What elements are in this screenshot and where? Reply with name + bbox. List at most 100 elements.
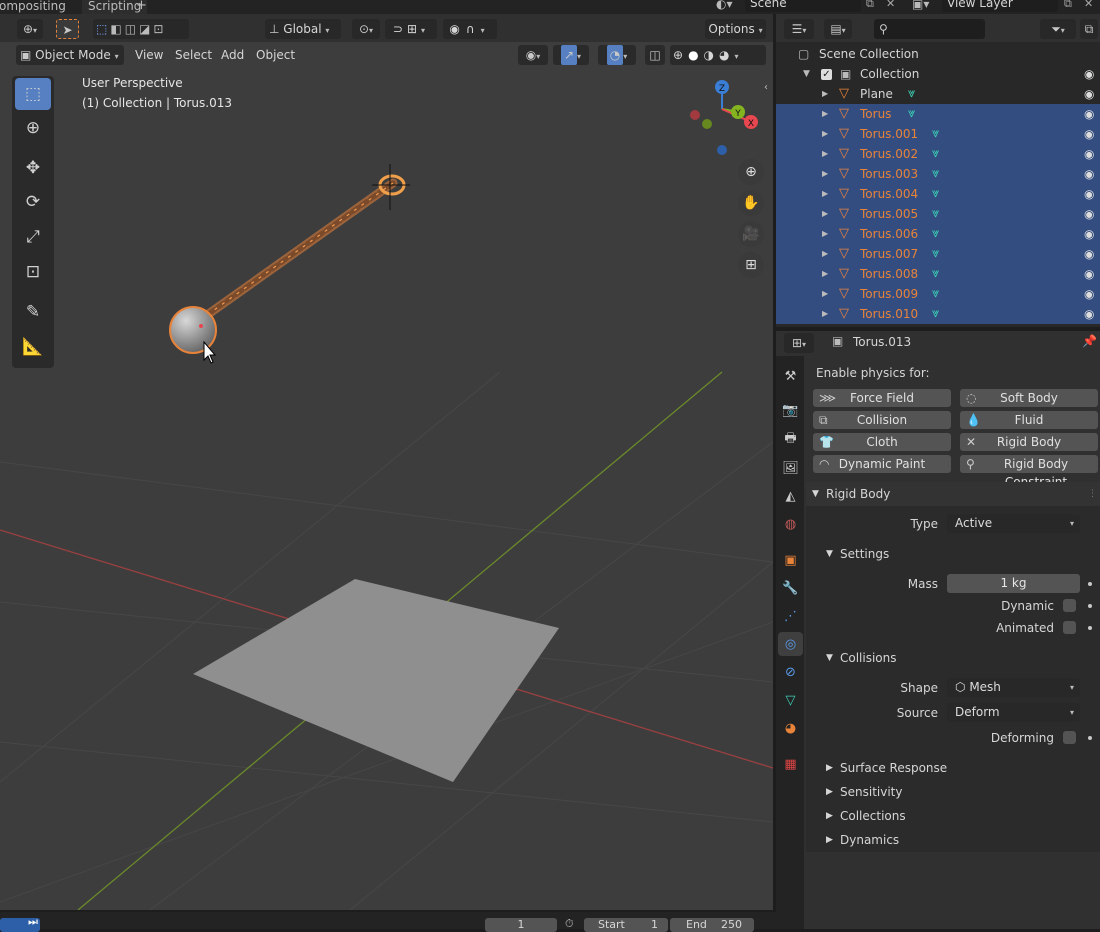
select-subtract-icon[interactable]: ◫ [125,22,139,36]
outliner-search-input[interactable]: ⚲ [874,19,985,39]
workspace-tab-compositing[interactable]: ompositing [0,0,72,14]
current-frame-field[interactable]: 1 [485,918,557,932]
view-layer-selector[interactable]: View Layer [942,0,1058,12]
proportional-edit-icon[interactable]: ◉ [449,22,465,36]
viewport-scene[interactable]: Z Y X [0,42,773,910]
new-view-layer-icon[interactable]: ⧉ [1064,0,1072,11]
overlay-dropdown[interactable]: ◔ ▾ [598,45,636,65]
soft-body-button[interactable]: ◌ Soft Body [960,389,1098,407]
scene-selector[interactable]: Scene [745,0,861,12]
expand-arrow-icon[interactable]: ▶ [822,84,828,104]
view-layer-icon[interactable]: ▣▾ [912,0,929,11]
tab-object[interactable]: ▣ [778,548,803,572]
tab-modifiers[interactable]: 🔧 [778,576,803,600]
outliner-object-row[interactable]: ▶ ▽ Plane ⩔ ◉ [776,84,1100,104]
keyframe-dot-icon[interactable] [1088,626,1092,630]
move-tool[interactable]: ✥ [15,152,51,184]
eye-icon[interactable]: ◉ [1084,64,1094,84]
visibility-dropdown[interactable]: ◉▾ [518,45,548,65]
outliner-object-row[interactable]: ▶ ▽ Torus.010 ⩔ ◉ [776,304,1100,324]
scene-collection-row[interactable]: ▢ Scene Collection [776,44,1100,64]
properties-editor-type[interactable]: ⊞▾ [784,333,814,353]
eye-icon[interactable]: ◉ [1084,304,1094,324]
select-invert-icon[interactable]: ◪ [139,22,153,36]
collapse-arrow-icon[interactable]: ▼ [803,64,810,84]
mesh-data-icon[interactable]: ⩔ [932,224,939,244]
select-box-tool[interactable]: ⬚ [15,78,51,110]
expand-arrow-icon[interactable]: ▶ [822,304,828,324]
outliner-object-row[interactable]: ▶ ▽ Torus ⩔ ◉ [776,104,1100,124]
solid-shading-icon[interactable]: ● [688,48,703,62]
tab-particles[interactable]: ⋰ [778,604,803,628]
expand-arrow-icon[interactable]: ▶ [822,284,828,304]
tab-material[interactable]: ◕ [778,716,803,740]
outliner-object-row[interactable]: ▶ ▽ Torus.004 ⩔ ◉ [776,184,1100,204]
eye-icon[interactable]: ◉ [1084,224,1094,244]
rendered-shading-icon[interactable]: ◕ [719,48,734,62]
tab-data[interactable]: ▽ [778,688,803,712]
filter-dropdown[interactable]: ⏷▾ [1040,19,1076,39]
eye-icon[interactable]: ◉ [1084,104,1094,124]
outliner-object-row[interactable]: ▶ ▽ Torus.009 ⩔ ◉ [776,284,1100,304]
rotate-tool[interactable]: ⟳ [15,186,51,218]
scale-tool[interactable]: ⤢ [15,221,51,253]
collection-row[interactable]: ▼ ✓ ▣ Collection ◉ [776,64,1100,84]
mesh-data-icon[interactable]: ⩔ [908,84,915,104]
tab-world[interactable]: ◍ [778,512,803,536]
snap-toggle-icon[interactable]: ⊃ [393,22,407,36]
gizmo-neg-y[interactable] [702,119,712,129]
outliner-object-row[interactable]: ▶ ▽ Torus.001 ⩔ ◉ [776,124,1100,144]
transform-orientation-dropdown[interactable]: ⊥ Global ▾ [265,19,341,39]
eye-icon[interactable]: ◉ [1084,264,1094,284]
tab-output[interactable]: 🖶 [778,428,803,452]
outliner-object-row[interactable]: ▶ ▽ Torus.003 ⩔ ◉ [776,164,1100,184]
outliner-object-row[interactable]: ▶ ▽ Torus.005 ⩔ ◉ [776,204,1100,224]
mesh-data-icon[interactable]: ⩔ [932,184,939,204]
keyframe-dot-icon[interactable] [1088,736,1092,740]
mesh-data-icon[interactable]: ⩔ [932,304,939,324]
gizmo-neg-x[interactable] [690,110,700,120]
editor-type-button[interactable]: ⊕▾ [17,19,43,39]
rigid-body-constraint-button[interactable]: ⚲Rigid Body Constraint [960,455,1098,489]
dynamics-panel[interactable]: ▶ Dynamics [806,828,1100,852]
eye-icon[interactable]: ◉ [1084,284,1094,304]
deforming-checkbox[interactable] [1063,731,1076,744]
active-tool-button[interactable]: ➤ [56,19,79,39]
transform-tool[interactable]: ⊡ [15,256,51,288]
rigid-body-panel-header[interactable]: ▼ Rigid Body ⋮⋮ [806,482,1100,506]
gizmo-neg-z[interactable] [717,145,727,155]
fluid-button[interactable]: 💧 Fluid [960,411,1098,429]
sphere-object[interactable] [169,306,217,354]
expand-arrow-icon[interactable]: ▶ [822,224,828,244]
expand-arrow-icon[interactable]: ▶ [822,124,828,144]
select-intersect-icon[interactable]: ⊡ [153,22,166,36]
rigid-body-button[interactable]: ✕ Rigid Body [960,433,1098,451]
tab-tool[interactable]: ⚒ [778,364,803,388]
add-workspace-button[interactable]: + [130,0,153,14]
expand-arrow-icon[interactable]: ▶ [822,264,828,284]
sensitivity-panel[interactable]: ▶ Sensitivity [806,780,1100,804]
tab-render[interactable]: 📷 [778,398,803,422]
surface-response-panel[interactable]: ▶ Surface Response [806,756,1100,780]
material-shading-icon[interactable]: ◑ [704,48,719,62]
outliner-editor-type[interactable]: ☰▾ [784,19,814,39]
source-dropdown[interactable]: Deform ▾ [947,703,1080,722]
drag-handle-icon[interactable]: ⋮⋮ [1088,482,1100,506]
falloff-icon[interactable]: ∩ [466,22,481,36]
display-mode-dropdown[interactable]: ▤▾ [824,19,852,39]
tab-texture[interactable]: ▦ [778,752,803,776]
pin-icon[interactable]: 📌 [1082,334,1097,348]
mass-field[interactable]: 1 kg [947,574,1080,593]
mesh-data-icon[interactable]: ⩔ [908,104,915,124]
torus-chain[interactable] [195,164,410,325]
keyframe-dot-icon[interactable] [1088,604,1092,608]
eye-icon[interactable]: ◉ [1084,164,1094,184]
wireframe-shading-icon[interactable]: ⊕ [673,48,688,62]
end-frame-field[interactable]: End 250 [670,918,754,932]
eye-icon[interactable]: ◉ [1084,124,1094,144]
collection-checkbox[interactable]: ✓ [821,69,832,80]
playback-button[interactable]: ⏭ [0,915,40,932]
pan-button[interactable]: ✋ [738,190,764,216]
dynamic-checkbox[interactable] [1063,599,1076,612]
tab-scene[interactable]: ◭ [778,484,803,508]
